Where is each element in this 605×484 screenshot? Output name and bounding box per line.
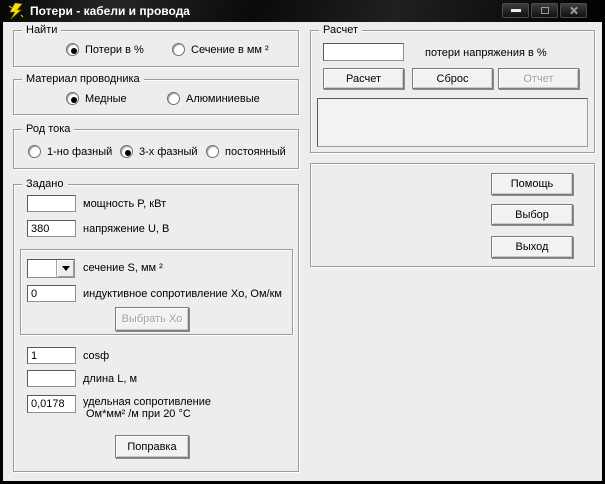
radio-label: постоянный — [225, 146, 286, 158]
minimize-button[interactable] — [502, 3, 529, 18]
radio-direct-current[interactable]: постоянный — [206, 145, 286, 158]
length-input[interactable] — [27, 370, 76, 387]
calc-groupbox-title: Расчет — [319, 24, 362, 37]
radio-label: 1-но фазный — [47, 146, 112, 158]
section-select-value — [28, 260, 56, 277]
given-groupbox-title: Задано — [22, 178, 68, 191]
radio-copper[interactable]: Медные — [66, 92, 127, 105]
radio-indicator — [172, 43, 185, 56]
radio-indicator — [66, 92, 79, 105]
radio-indicator — [167, 92, 180, 105]
result-label: потери напряжения в % — [425, 47, 547, 60]
radio-label: Алюминиевые — [186, 93, 260, 105]
exit-button[interactable]: Выход — [491, 236, 573, 258]
choose-xo-button[interactable]: Выбрать Xo — [115, 307, 189, 331]
section-label: сечение S, мм ² — [83, 262, 163, 275]
cos-phi-input[interactable] — [27, 347, 76, 364]
power-input[interactable] — [27, 195, 76, 212]
correction-button[interactable]: Поправка — [115, 435, 189, 458]
radio-indicator — [66, 43, 79, 56]
section-select[interactable] — [27, 259, 75, 278]
radio-indicator — [206, 145, 219, 158]
output-memo[interactable] — [317, 98, 588, 147]
calc-button[interactable]: Расчет — [323, 68, 404, 89]
radio-indicator — [28, 145, 41, 158]
select-button[interactable]: Выбор — [491, 204, 573, 225]
voltage-label: напряжение U, В — [83, 223, 169, 236]
voltage-input[interactable] — [27, 220, 76, 237]
radio-losses-percent[interactable]: Потери в % — [66, 43, 144, 56]
find-groupbox-title: Найти — [22, 24, 61, 37]
radio-indicator — [120, 145, 133, 158]
cos-phi-label: cosф — [83, 350, 109, 363]
radio-label: 3-х фазный — [139, 146, 198, 158]
radio-label: Сечение в мм ² — [191, 44, 269, 56]
lightning-bolt-icon — [8, 3, 25, 20]
resistivity-input[interactable] — [27, 395, 76, 413]
maximize-button[interactable] — [531, 3, 558, 18]
inductive-resistance-input[interactable] — [27, 285, 76, 302]
title-bar: Потери - кабели и провода — [0, 0, 605, 22]
radio-label: Потери в % — [85, 44, 144, 56]
close-button[interactable] — [560, 3, 587, 18]
reset-button[interactable]: Сброс — [412, 68, 493, 89]
radio-aluminum[interactable]: Алюминиевые — [167, 92, 260, 105]
report-button[interactable]: Отчет — [498, 68, 579, 89]
resistivity-label-line2: Ом*мм² /м при 20 °С — [86, 408, 191, 421]
power-label: мощность P, кВт — [83, 198, 166, 211]
maximize-icon — [541, 7, 549, 14]
close-icon — [569, 6, 578, 15]
result-input[interactable] — [323, 43, 404, 61]
radio-three-phase[interactable]: 3-х фазный — [120, 145, 198, 158]
window-title: Потери - кабели и провода — [30, 0, 190, 22]
chevron-down-icon — [62, 266, 70, 271]
minimize-icon — [511, 9, 521, 12]
current-type-groupbox-title: Род тока — [22, 123, 74, 136]
length-label: длина L, м — [83, 373, 137, 386]
section-select-dropdown-button[interactable] — [56, 260, 74, 277]
help-button[interactable]: Помощь — [491, 173, 573, 195]
inductive-resistance-label: индуктивное сопротивление Xo, Ом/км — [83, 288, 282, 301]
material-groupbox-title: Материал проводника — [22, 73, 144, 86]
radio-section-mm2[interactable]: Сечение в мм ² — [172, 43, 269, 56]
app-window: Потери - кабели и провода Найти Потери в… — [0, 0, 605, 484]
radio-single-phase[interactable]: 1-но фазный — [28, 145, 112, 158]
radio-label: Медные — [85, 93, 127, 105]
